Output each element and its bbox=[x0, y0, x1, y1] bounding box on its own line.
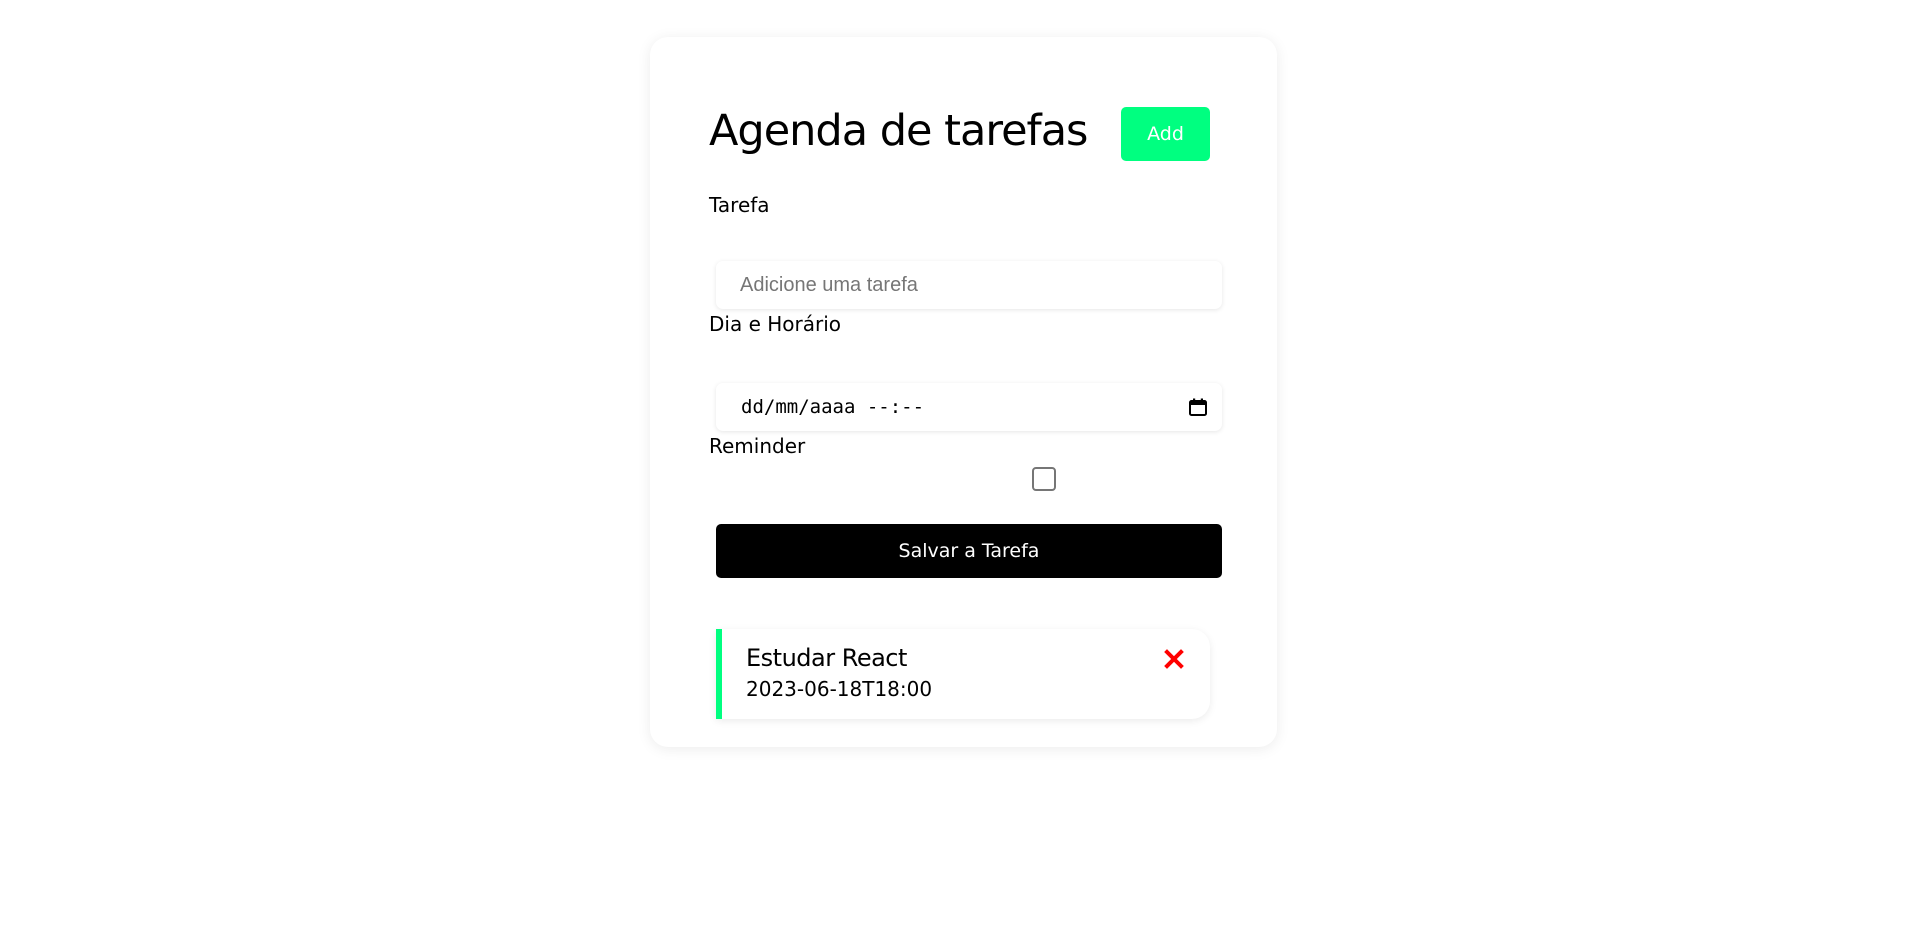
task-form-card: Agenda de tarefas Add Tarefa Dia e Horár… bbox=[650, 37, 1277, 747]
task-item[interactable]: Estudar React 2023-06-18T18:00 bbox=[716, 629, 1210, 719]
task-title: Estudar React bbox=[746, 644, 907, 672]
task-input[interactable] bbox=[716, 261, 1222, 309]
reminder-label: Reminder bbox=[709, 434, 806, 458]
reminder-checkbox[interactable] bbox=[1032, 467, 1056, 491]
close-icon[interactable] bbox=[1164, 649, 1184, 669]
datetime-label: Dia e Horário bbox=[709, 312, 842, 336]
page-title: Agenda de tarefas bbox=[709, 106, 1088, 156]
task-datetime: 2023-06-18T18:00 bbox=[746, 677, 933, 701]
datetime-input[interactable]: dd/mm/aaaa --:-- bbox=[716, 383, 1222, 431]
calendar-icon[interactable] bbox=[1188, 397, 1208, 417]
header: Agenda de tarefas Add bbox=[709, 103, 1210, 161]
datetime-value: dd/mm/aaaa --:-- bbox=[741, 396, 925, 418]
add-button[interactable]: Add bbox=[1121, 107, 1210, 161]
task-label: Tarefa bbox=[709, 193, 770, 217]
save-task-button[interactable]: Salvar a Tarefa bbox=[716, 524, 1222, 578]
